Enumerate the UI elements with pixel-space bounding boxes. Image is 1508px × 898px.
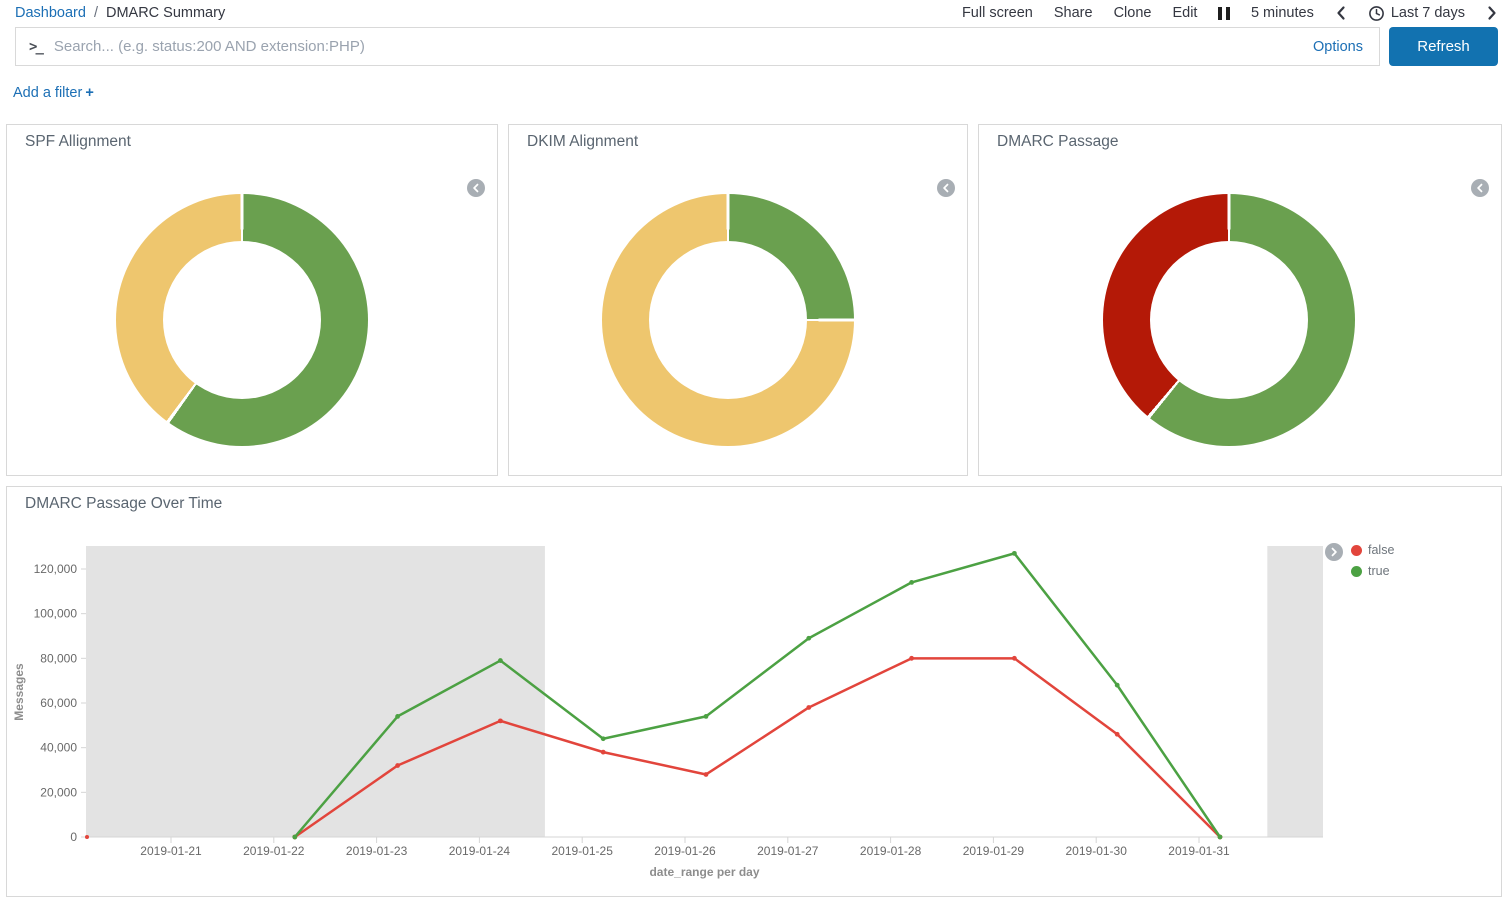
breadcrumb-separator: /: [94, 5, 98, 21]
time-picker-button[interactable]: Last 7 days: [1368, 5, 1465, 22]
line-chart-svg[interactable]: 0 20,000 40,000 60,000 80,000 100,000 120,000 2…: [7, 487, 1503, 892]
data-point-true[interactable]: [601, 736, 606, 741]
x-axis-tick-label: 2019-01-27: [757, 844, 819, 858]
query-bar: >_ Options: [15, 27, 1380, 66]
panel-dkim-alignment: DKIM Alignment: [508, 124, 968, 476]
clone-button[interactable]: Clone: [1114, 5, 1152, 21]
add-filter-button[interactable]: Add a filter+: [13, 85, 94, 101]
out-of-range-band: [1267, 546, 1323, 837]
y-axis-tick-label: 40,000: [40, 741, 77, 755]
legend-label: true: [1368, 564, 1390, 578]
clipped-edge-point: [85, 835, 89, 839]
data-point-true[interactable]: [395, 714, 400, 719]
x-axis-tick-label: 2019-01-28: [860, 844, 922, 858]
data-point-true[interactable]: [1012, 551, 1017, 556]
panel-spf-alignment: SPF Allignment: [6, 124, 498, 476]
options-link[interactable]: Options: [1313, 39, 1363, 55]
query-prompt-icon: >_: [29, 39, 44, 55]
plus-icon: +: [85, 85, 93, 101]
data-point-false[interactable]: [806, 705, 811, 710]
legend-collapse-icon[interactable]: [467, 179, 485, 197]
page-title: DMARC Summary: [106, 5, 225, 21]
data-point-true[interactable]: [909, 580, 914, 585]
legend-dot-icon: [1351, 545, 1362, 556]
legend-label: false: [1368, 543, 1394, 557]
kibana-dashboard: Dashboard / DMARC Summary Full screen Sh…: [0, 0, 1508, 898]
y-axis-tick-label: 80,000: [40, 651, 77, 665]
refresh-button[interactable]: Refresh: [1389, 27, 1498, 66]
panel-title: DMARC Passage: [997, 133, 1118, 151]
data-point-false[interactable]: [1012, 656, 1017, 661]
edit-button[interactable]: Edit: [1172, 5, 1197, 21]
time-forward-chevron-icon[interactable]: [1486, 5, 1498, 21]
y-axis-title: Messages: [12, 663, 26, 721]
y-axis-tick-label: 100,000: [34, 607, 78, 621]
data-point-false[interactable]: [601, 750, 606, 755]
refresh-interval-button[interactable]: 5 minutes: [1251, 5, 1314, 21]
panel-dmarc-passage-over-time: DMARC Passage Over Time 020,00040,00060,…: [6, 486, 1502, 897]
legend-item-true[interactable]: true: [1351, 564, 1394, 578]
data-point-false[interactable]: [909, 656, 914, 661]
pause-refresh-icon[interactable]: [1218, 7, 1230, 20]
spf-donut-chart[interactable]: [116, 194, 368, 446]
share-button[interactable]: Share: [1054, 5, 1093, 21]
donut-hole: [1150, 241, 1308, 399]
y-axis-tick-label: 60,000: [40, 696, 77, 710]
data-point-false[interactable]: [1115, 732, 1120, 737]
chart-legend: false true: [1325, 543, 1394, 578]
legend-collapse-icon[interactable]: [937, 179, 955, 197]
search-input[interactable]: [54, 38, 1313, 55]
data-point-true[interactable]: [498, 658, 503, 663]
x-axis-tick-label: 2019-01-21: [140, 844, 202, 858]
legend-expand-icon[interactable]: [1325, 543, 1343, 561]
chart-legend-items: false true: [1351, 543, 1394, 578]
y-axis-tick-label: 120,000: [34, 562, 78, 576]
legend-item-false[interactable]: false: [1351, 543, 1394, 557]
breadcrumb: Dashboard / DMARC Summary: [15, 0, 225, 26]
data-point-true[interactable]: [1218, 835, 1223, 840]
dmarc-donut-chart[interactable]: [1103, 194, 1355, 446]
panel-title: SPF Allignment: [25, 133, 131, 151]
filter-bar: Add a filter+: [13, 85, 94, 101]
data-point-true[interactable]: [1115, 683, 1120, 688]
y-axis-tick-label: 20,000: [40, 785, 77, 799]
donut-hole: [649, 241, 807, 399]
x-axis-tick-label: 2019-01-24: [449, 844, 511, 858]
top-bar: Dashboard / DMARC Summary Full screen Sh…: [0, 0, 1508, 26]
donut-hole: [163, 241, 321, 399]
x-axis-tick-label: 2019-01-26: [654, 844, 716, 858]
x-axis-tick-label: 2019-01-22: [243, 844, 305, 858]
x-axis-tick-label: 2019-01-29: [963, 844, 1025, 858]
x-axis-tick-label: 2019-01-30: [1066, 844, 1128, 858]
legend-collapse-icon[interactable]: [1471, 179, 1489, 197]
legend-dot-icon: [1351, 566, 1362, 577]
data-point-false[interactable]: [395, 763, 400, 768]
time-range-label: Last 7 days: [1391, 5, 1465, 21]
data-point-false[interactable]: [498, 718, 503, 723]
dkim-donut-chart[interactable]: [602, 194, 854, 446]
x-axis-tick-label: 2019-01-23: [346, 844, 408, 858]
data-point-true[interactable]: [704, 714, 709, 719]
x-axis-tick-label: 2019-01-25: [552, 844, 614, 858]
panel-dmarc-passage: DMARC Passage: [978, 124, 1502, 476]
data-point-true[interactable]: [806, 636, 811, 641]
clock-icon: [1368, 5, 1385, 22]
data-point-false[interactable]: [704, 772, 709, 777]
panel-title: DKIM Alignment: [527, 133, 638, 151]
data-point-true[interactable]: [292, 835, 297, 840]
time-back-chevron-icon[interactable]: [1335, 5, 1347, 21]
x-axis-title: date_range per day: [649, 865, 759, 879]
y-axis-tick-label: 0: [70, 830, 77, 844]
breadcrumb-dashboard-link[interactable]: Dashboard: [15, 5, 86, 21]
x-axis-tick-label: 2019-01-31: [1168, 844, 1230, 858]
full-screen-button[interactable]: Full screen: [962, 5, 1033, 21]
dashboard-menu: Full screen Share Clone Edit 5 minutes L…: [962, 0, 1498, 26]
out-of-range-band: [86, 546, 545, 837]
